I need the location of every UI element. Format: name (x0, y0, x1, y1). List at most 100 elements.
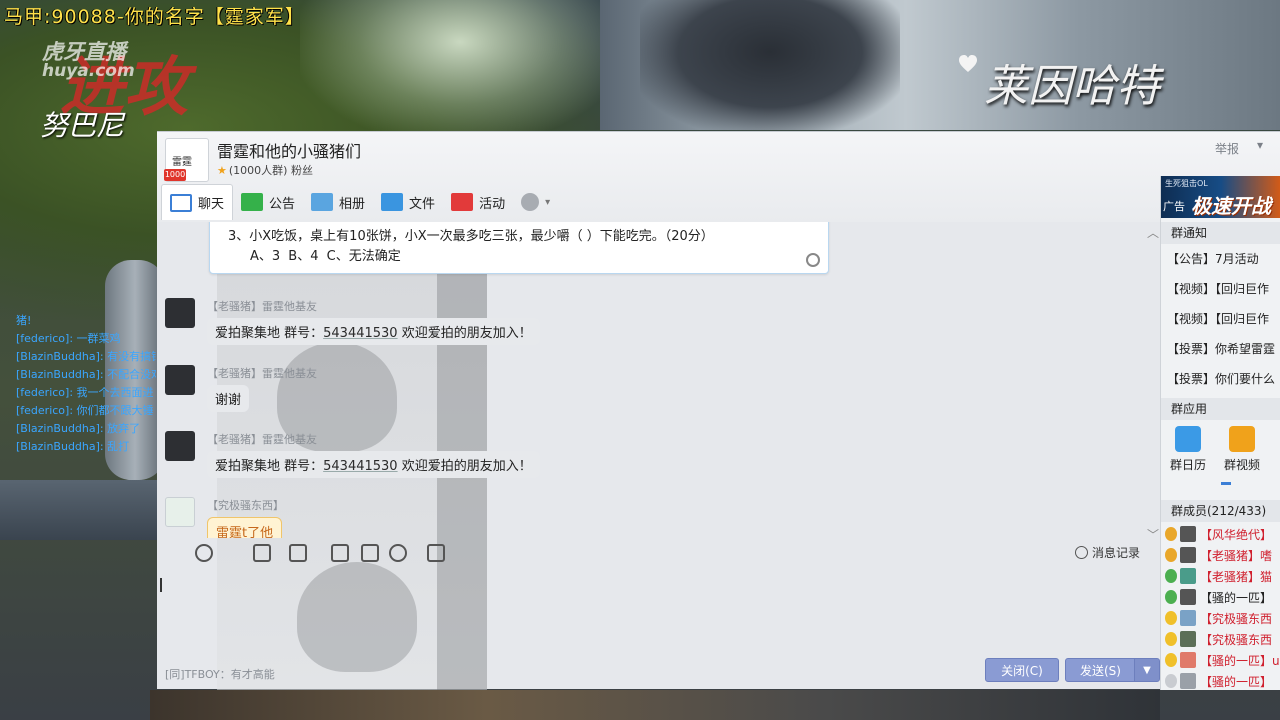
chat-line: [federico]: 我一个去西面进 (16, 386, 154, 399)
message-input[interactable] (157, 568, 1159, 654)
history-label: 消息记录 (1092, 546, 1141, 560)
member-item[interactable]: 【骚的一匹】 (1165, 587, 1272, 607)
tab-files[interactable]: 文件 (373, 184, 443, 220)
avatar (1180, 673, 1196, 689)
app-calendar[interactable]: 群日历 (1165, 426, 1211, 473)
input-draft-text: [同]TFBOY：有才高能 (165, 668, 275, 681)
avatar[interactable] (165, 298, 195, 328)
report-link[interactable]: 举报 (1215, 140, 1239, 157)
group-apps-header: 群应用 (1161, 398, 1280, 420)
clock-icon (1075, 546, 1088, 559)
message-sender[interactable]: 【老骚猪】雷霆他基友 (207, 298, 317, 314)
notice-item[interactable]: 【视频】【回归巨作 (1167, 310, 1269, 327)
album-icon (311, 193, 334, 211)
ad-banner[interactable]: 生死狙击OL 广告 极速开战 (1161, 176, 1280, 218)
chat-line: [BlazinBuddha]: 有没有搞错 (16, 350, 156, 363)
font-icon[interactable] (253, 544, 271, 562)
tab-notice[interactable]: 公告 (233, 184, 303, 220)
gift-icon[interactable] (361, 544, 379, 562)
member-item[interactable]: 【究极骚东西 (1165, 608, 1272, 628)
background-hero-helmet (640, 0, 900, 130)
tab-album[interactable]: 相册 (303, 184, 373, 220)
avatar[interactable] (165, 431, 195, 461)
send-options-chevron-icon[interactable]: ▼ (1134, 658, 1160, 682)
shield-heart-icon (959, 55, 977, 72)
send-button[interactable]: 发送(S) (1065, 658, 1145, 682)
chat-icon (170, 193, 192, 212)
avatar (1180, 547, 1196, 563)
group-name[interactable]: 雷霆和他的小骚猪们 (217, 138, 361, 162)
group-members-header[interactable]: 群成员(212/433) (1161, 500, 1280, 522)
message-bubble: 爱拍聚集地 群号：543441530 欢迎爱拍的朋友加入！ (207, 451, 540, 478)
message-text: 欢迎爱拍的朋友加入！ (397, 326, 532, 341)
group-avatar-text: 雷霆 (172, 157, 192, 168)
member-name: 【老骚猪】嗜 (1200, 548, 1273, 563)
member-icon (1165, 674, 1177, 688)
group-avatar[interactable]: 雷霆 1000 (164, 138, 209, 182)
map-name: 努巴尼 (40, 109, 125, 142)
close-button[interactable]: 关闭(C) (985, 658, 1059, 682)
avatar[interactable] (165, 365, 195, 395)
member-item[interactable]: 【骚的一匹】u (1165, 650, 1280, 670)
member-name: 【骚的一匹】u (1200, 653, 1280, 668)
background-shield (0, 480, 160, 540)
screen-share-icon[interactable] (427, 544, 445, 562)
star-icon (1165, 611, 1177, 625)
group-info: ★ (1000人群) 粉丝 (217, 162, 313, 178)
zoom-in-icon[interactable] (806, 253, 820, 267)
owner-icon (1165, 527, 1177, 541)
share-icon[interactable] (331, 544, 349, 562)
avatar (1180, 652, 1196, 668)
member-item[interactable]: 【老骚猪】嗜 (1165, 545, 1272, 565)
qq-group-window: 雷霆 1000 雷霆和他的小骚猪们 ★ (1000人群) 粉丝 举报 ▾ 聊天 公… (157, 131, 1280, 690)
background-sky (300, 0, 620, 140)
app-video[interactable]: 群视频 (1219, 426, 1265, 473)
member-item[interactable]: 【风华绝代】 (1165, 524, 1272, 544)
background-floor (150, 690, 1160, 720)
image-icon[interactable] (289, 544, 307, 562)
group-header: 雷霆 1000 雷霆和他的小骚猪们 ★ (1000人群) 粉丝 举报 ▾ 聊天 公… (157, 132, 1280, 222)
notice-item[interactable]: 【投票】你希望雷霆 (1167, 340, 1275, 357)
app-label: 群视频 (1223, 458, 1260, 472)
settings-menu[interactable]: ▾ (513, 184, 558, 220)
message-sender[interactable]: 【究极骚东西】 (207, 497, 284, 513)
notice-item[interactable]: 【投票】你们要什么 (1167, 370, 1275, 387)
avatar (1180, 568, 1196, 584)
collapse-up-icon[interactable]: ︿ (1147, 224, 1159, 241)
member-item[interactable]: 【究极骚东西 (1165, 629, 1272, 649)
message-sender[interactable]: 【老骚猪】雷霆他基友 (207, 431, 317, 447)
video-icon (1229, 426, 1255, 452)
admin-icon (1165, 548, 1177, 562)
member-item[interactable]: 【老骚猪】猫 (1165, 566, 1272, 586)
apps-page-indicator (1221, 482, 1231, 485)
avatar (1180, 631, 1196, 647)
chevron-down-icon: ▾ (545, 196, 551, 208)
avatar[interactable] (165, 497, 195, 527)
message-bubble: 雷霆t了他 (207, 517, 283, 538)
group-number-link[interactable]: 543441530 (323, 459, 397, 474)
member-name: 【老骚猪】猫 (1200, 569, 1273, 584)
question-options: A、3 B、4 C、无法确定 (250, 249, 401, 264)
stream-title: 马甲:90088-你的名字【霆家军】 (4, 6, 305, 28)
member-name: 【究极骚东西 (1200, 632, 1273, 647)
group-notice-header[interactable]: 群通知 (1161, 222, 1280, 244)
notice-item[interactable]: 【公告】7月活动 (1167, 250, 1259, 267)
message-bubble: 谢谢 (207, 385, 250, 412)
message-history-button[interactable]: 消息记录 (1075, 544, 1140, 561)
emoji-icon[interactable] (195, 544, 213, 562)
chat-message-area[interactable]: 3、小X吃饭，桌上有10张饼，小X一次最多吃三张，最少嚼（ ）下能吃完。（20分… (157, 222, 1159, 538)
scissors-icon[interactable] (389, 544, 407, 562)
tab-activity[interactable]: 活动 (443, 184, 513, 220)
ad-label: 广告 (1163, 200, 1185, 213)
chevron-down-icon[interactable]: ▾ (1257, 138, 1263, 152)
member-icon (1165, 590, 1177, 604)
member-item[interactable]: 【骚的一匹】 (1165, 671, 1272, 690)
tab-label: 相册 (339, 196, 366, 212)
message-bubble: 爱拍聚集地 群号：543441530 欢迎爱拍的朋友加入！ (207, 318, 540, 345)
tab-chat[interactable]: 聊天 (161, 184, 234, 220)
message-sender[interactable]: 【老骚猪】雷霆他基友 (207, 365, 317, 381)
notice-item[interactable]: 【视频】【回归巨作 (1167, 280, 1269, 297)
group-size-badge: 1000 (164, 169, 186, 181)
group-number-link[interactable]: 543441530 (323, 326, 397, 341)
notice-flag-icon (241, 193, 264, 211)
